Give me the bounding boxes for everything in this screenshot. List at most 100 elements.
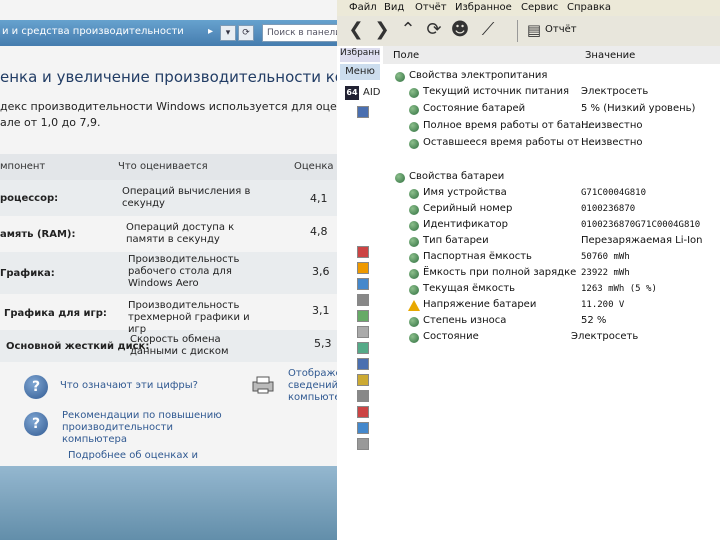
refresh-icon[interactable]: ⟳: [423, 19, 445, 41]
more-details-link[interactable]: Подробнее об оценках и: [68, 450, 198, 462]
taskbar-area: [0, 466, 345, 540]
user-icon[interactable]: ☻: [449, 19, 471, 41]
field-current-capacity[interactable]: Текущая ёмкость: [423, 283, 515, 294]
field-battery-state[interactable]: Состояние батарей: [423, 103, 525, 114]
tree-node-icon[interactable]: [357, 342, 369, 354]
menu-tab[interactable]: Меню: [340, 64, 380, 80]
menu-favorites[interactable]: Избранное: [455, 2, 512, 13]
intro-text: але от 1,0 до 7,9.: [0, 116, 101, 129]
row-icon: [409, 333, 419, 343]
row-icon: [409, 317, 419, 327]
report-button[interactable]: Отчёт: [545, 24, 577, 35]
details-panel: Свойства электропитания Текущий источник…: [383, 64, 720, 540]
battery-icon: [395, 173, 405, 183]
field-voltage[interactable]: Напряжение батареи: [423, 299, 536, 310]
field-serial[interactable]: Серийный номер: [423, 203, 512, 214]
tree-node-icon[interactable]: [357, 374, 369, 386]
forward-icon[interactable]: ❯: [371, 19, 393, 41]
printer-icon[interactable]: [250, 376, 276, 394]
dropdown-icon[interactable]: ▾: [220, 25, 236, 41]
row-score: 3,1: [312, 304, 330, 317]
row-icon: [409, 139, 419, 149]
menu-report[interactable]: Отчёт: [415, 2, 447, 13]
row-what: Скорость обмена данными с диском: [130, 334, 229, 357]
menu-help[interactable]: Справка: [567, 2, 611, 13]
row-icon: [409, 205, 419, 215]
tree-node-icon[interactable]: [357, 326, 369, 338]
row-icon: [409, 221, 419, 231]
tree-node-icon[interactable]: [357, 406, 369, 418]
tree-node-icon[interactable]: [357, 390, 369, 402]
favorites-tab[interactable]: Избранное: [340, 48, 380, 62]
menu-service[interactable]: Сервис: [521, 2, 558, 13]
tree-node-icon[interactable]: [357, 246, 369, 258]
row-icon: [409, 285, 419, 295]
field-wear-level[interactable]: Степень износа: [423, 315, 506, 326]
column-component: мпонент: [0, 161, 46, 172]
row-icon: [409, 253, 419, 263]
menu-file[interactable]: Файл: [349, 2, 377, 13]
breadcrumb[interactable]: и и средства производительности: [2, 26, 184, 37]
toolbar: ❮ ❯ ⌃ ⟳ ☻ ⟋ ▤ Отчёт: [337, 16, 720, 47]
value-state: Электросеть: [571, 331, 639, 342]
sidebar: Избранное Меню 64 AID: [337, 46, 384, 540]
row-component: Графика для игр:: [4, 308, 107, 319]
what-numbers-link[interactable]: Что означают эти цифры?: [60, 380, 198, 392]
tree-node-icon[interactable]: [357, 262, 369, 274]
performance-window: и и средства производительности ▸ ▾ ⟳ По…: [0, 0, 423, 540]
row-icon: [409, 122, 419, 132]
up-icon[interactable]: ⌃: [397, 19, 419, 41]
avito-watermark: Avito: [614, 498, 714, 528]
table-header: мпонент Что оценивается Оценка: [0, 154, 345, 180]
row-score: 5,3: [314, 337, 332, 350]
tree-root-label[interactable]: AID: [363, 87, 381, 98]
chart-icon[interactable]: ⟋: [477, 19, 499, 41]
help-icon[interactable]: ?: [24, 412, 48, 436]
tree-node-icon[interactable]: [357, 278, 369, 290]
column-what: Что оценивается: [118, 161, 208, 172]
back-icon[interactable]: ❮: [345, 19, 367, 41]
row-what: Производительность трехмерной графики и …: [128, 300, 250, 335]
field-identifier[interactable]: Идентификатор: [423, 219, 508, 230]
field-full-runtime[interactable]: Полное время работы от бата...: [423, 120, 591, 131]
field-battery-type[interactable]: Тип батареи: [423, 235, 489, 246]
tree-node-icon[interactable]: [357, 422, 369, 434]
aida64-logo-icon[interactable]: 64: [345, 86, 359, 100]
tree-node-icon[interactable]: [357, 438, 369, 450]
field-state[interactable]: Состояние: [423, 331, 479, 342]
row-component: Графика:: [0, 268, 55, 279]
recommendations-link[interactable]: Рекомендации по повышению производительн…: [62, 410, 232, 446]
value-battery-type: Перезаряжаемая Li-Ion: [581, 235, 703, 246]
value-full-runtime: Неизвестно: [581, 120, 643, 131]
section-power: Свойства электропитания: [409, 70, 548, 81]
column-value[interactable]: Значение: [585, 50, 635, 61]
tree-node-icon[interactable]: [357, 294, 369, 306]
row-what: Операций вычисления в секунду: [122, 186, 251, 209]
breadcrumb-arrow-icon[interactable]: ▸: [208, 26, 213, 37]
row-what: Операций доступа к памяти в секунду: [126, 222, 235, 245]
row-icon: [409, 237, 419, 247]
value-wear-level: 52 %: [581, 315, 607, 326]
menu-view[interactable]: Вид: [384, 2, 404, 13]
field-device-name[interactable]: Имя устройства: [423, 187, 507, 198]
column-field[interactable]: Поле: [393, 50, 419, 61]
field-design-capacity[interactable]: Паспортная ёмкость: [423, 251, 532, 262]
value-voltage: 11.200 V: [581, 300, 625, 310]
power-icon: [395, 72, 405, 82]
tree-node-icon[interactable]: [357, 358, 369, 370]
avito-logo-icon: [615, 504, 639, 524]
row-what: Производительность рабочего стола для Wi…: [128, 254, 240, 289]
tree-node-icon[interactable]: [357, 310, 369, 322]
computer-icon[interactable]: [357, 106, 369, 118]
report-icon[interactable]: ▤: [523, 19, 545, 41]
refresh-icon[interactable]: ⟳: [238, 25, 254, 41]
field-power-source[interactable]: Текущий источник питания: [423, 86, 569, 97]
value-full-charge-capacity: 23922 mWh: [581, 268, 630, 278]
field-full-charge-capacity[interactable]: Ёмкость при полной зарядке: [423, 267, 576, 278]
field-remaining-runtime[interactable]: Оставшееся время работы от ...: [423, 137, 592, 148]
row-component: Основной жесткий диск:: [6, 341, 150, 352]
value-current-capacity: 1263 mWh (5 %): [581, 284, 657, 294]
row-icon: [409, 189, 419, 199]
help-icon[interactable]: ?: [24, 375, 48, 399]
value-design-capacity: 50760 mWh: [581, 252, 630, 262]
